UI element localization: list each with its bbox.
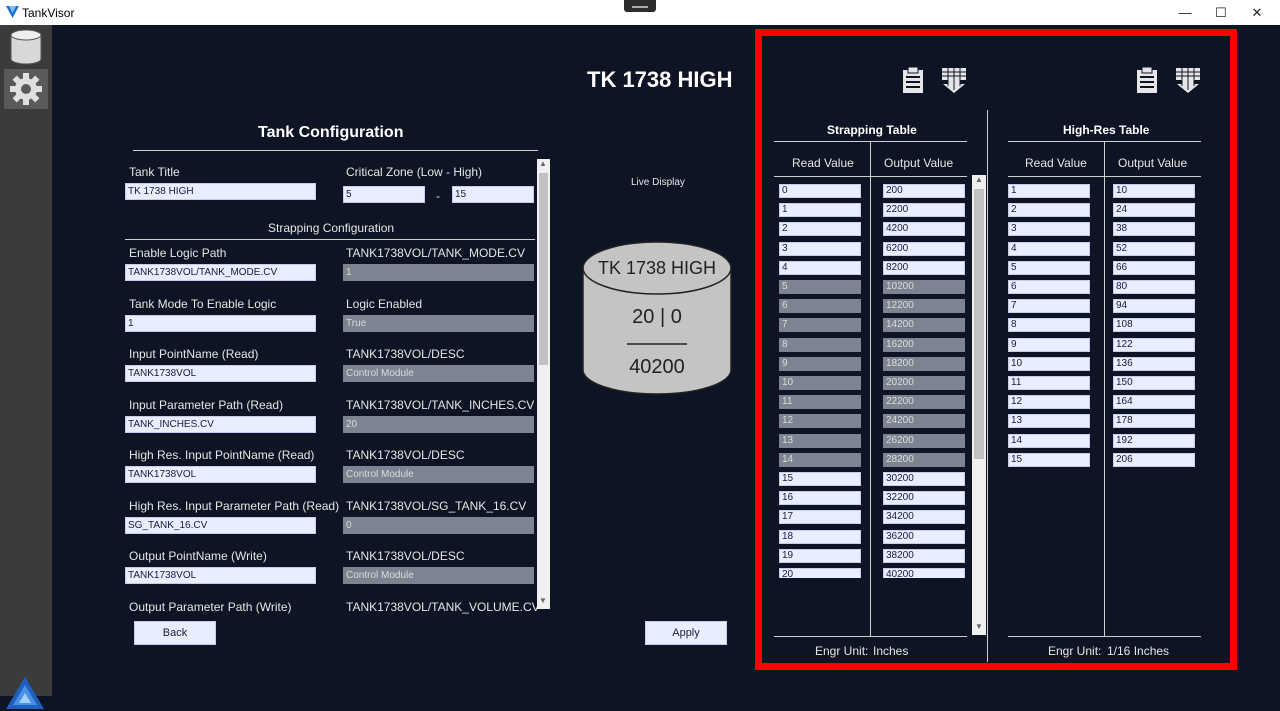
tank-icon	[10, 29, 42, 65]
close-button[interactable]: ✕	[1234, 0, 1280, 25]
app-logo-icon	[6, 6, 19, 18]
gear-icon	[10, 73, 42, 105]
back-button[interactable]: Back	[134, 621, 216, 645]
sidebar	[0, 25, 52, 709]
window-titlebar: TankVisor — ☐ ✕	[0, 0, 1280, 25]
scroll-down-icon[interactable]: ▼	[539, 596, 547, 605]
config-path-label: TANK1738VOL/TANK_VOLUME.CV	[346, 599, 540, 614]
tank-nav-button[interactable]	[4, 27, 48, 67]
config-field-label: Output Parameter Path (Write)	[129, 599, 292, 614]
settings-nav-button[interactable]	[4, 69, 48, 109]
brand-logo-icon	[6, 677, 44, 709]
main-content: TK 1738 HIGH Tank Configuration Tank Tit…	[52, 25, 1280, 696]
window-title: TankVisor	[22, 6, 75, 20]
apply-button[interactable]: Apply	[645, 621, 727, 645]
drag-handle[interactable]	[624, 0, 656, 12]
highlight-frame	[755, 29, 1237, 670]
